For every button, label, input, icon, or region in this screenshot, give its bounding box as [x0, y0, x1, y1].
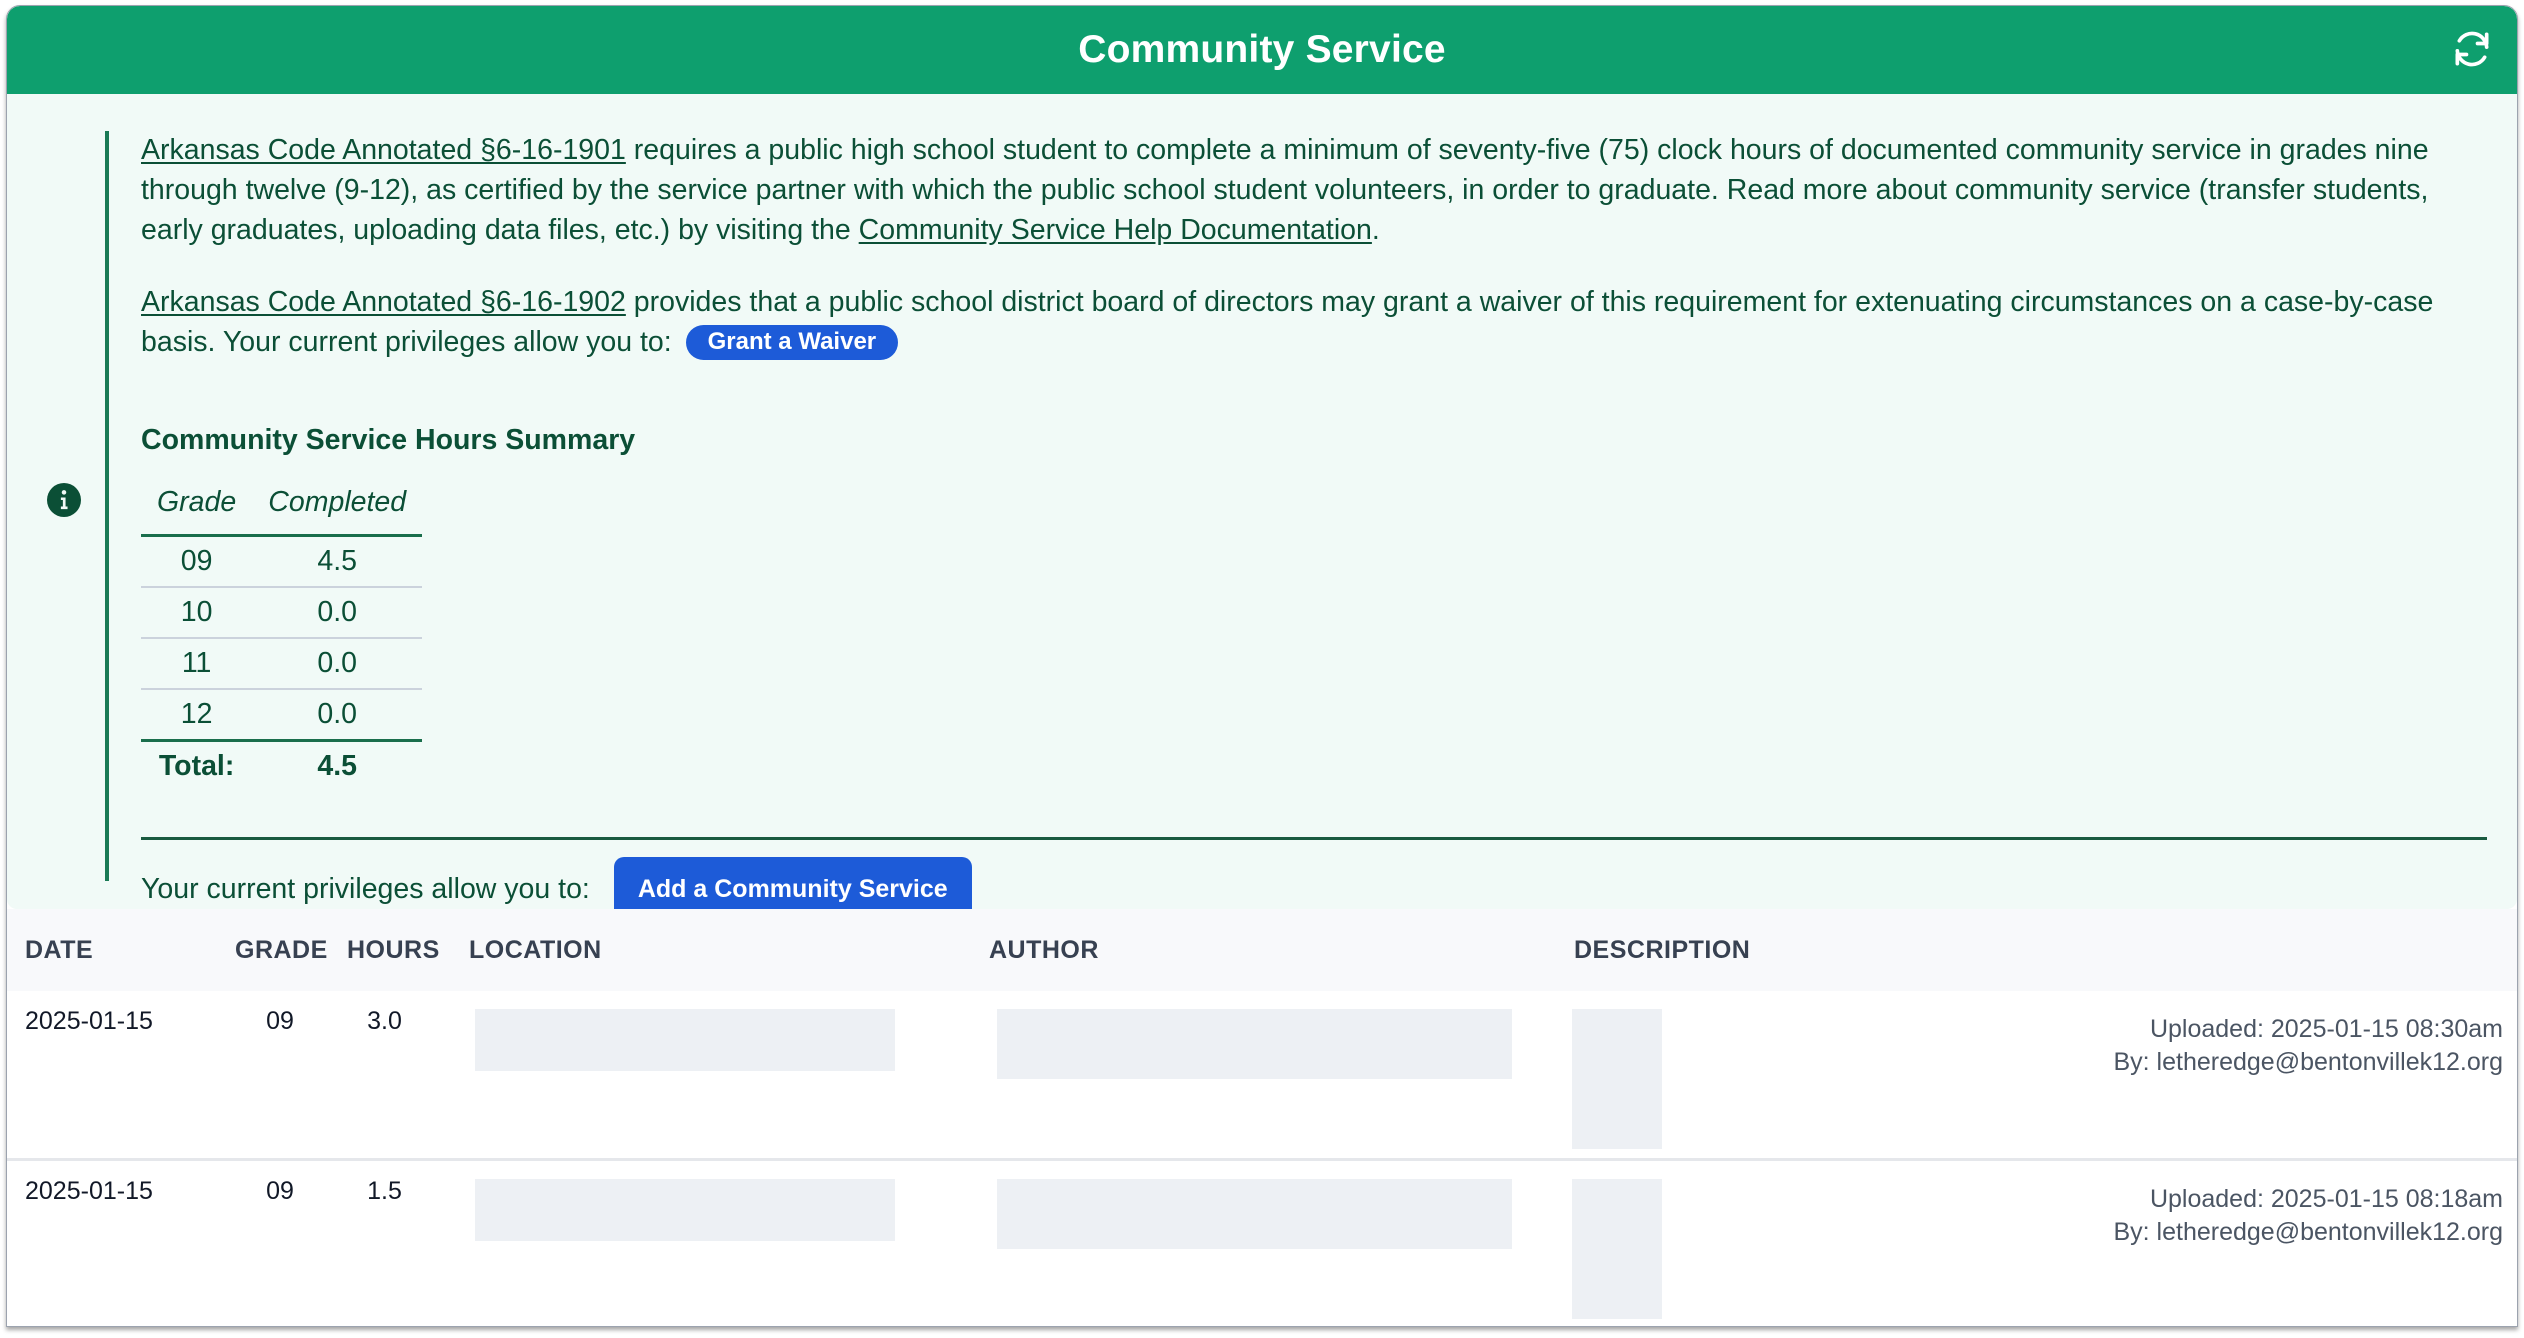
- cell-location-redacted: [475, 1179, 895, 1241]
- refresh-button[interactable]: [2447, 24, 2497, 74]
- cell-location-redacted: [475, 1009, 895, 1071]
- summary-grade: 12: [141, 689, 253, 742]
- requirement-paragraph: Arkansas Code Annotated §6-16-1901 requi…: [141, 130, 2481, 250]
- column-header-grade[interactable]: GRADE: [235, 936, 327, 965]
- summary-completed: 0.0: [252, 587, 423, 639]
- info-circle-icon: [47, 483, 81, 517]
- hours-summary-table: Grade Completed 09 4.5 10 0.0 11 0.0 12 …: [141, 482, 423, 792]
- uploaded-timestamp: Uploaded: 2025-01-15 08:30am: [2149, 1015, 2503, 1043]
- summary-completed: 0.0: [252, 689, 423, 742]
- uploaded-timestamp: Uploaded: 2025-01-15 08:18am: [2149, 1185, 2503, 1213]
- refresh-icon: [2455, 31, 2489, 67]
- column-header-description[interactable]: DESCRIPTION: [1574, 936, 1750, 965]
- upload-meta: Uploaded: 2025-01-15 08:30am By: lethere…: [2113, 1013, 2503, 1079]
- cell-grade: 09: [266, 1177, 294, 1205]
- privileges-text: Your current privileges allow you to:: [141, 873, 590, 905]
- table-row[interactable]: 2025-01-15 09 3.0 Uploaded: 2025-01-15 0…: [7, 991, 2517, 1161]
- summary-row: 09 4.5: [141, 535, 423, 588]
- cell-hours: 3.0: [367, 1007, 402, 1035]
- grant-waiver-button[interactable]: Grant a Waiver: [685, 325, 899, 360]
- period-text: .: [1371, 214, 1380, 246]
- cell-grade: 09: [266, 1007, 294, 1035]
- summary-grade: 09: [141, 535, 253, 588]
- uploaded-by: By: letheredge@bentonvillek12.org: [2113, 1048, 2503, 1076]
- community-service-panel: Community Service Arkansas Code Annotate…: [6, 5, 2518, 1327]
- summary-row: 12 0.0: [141, 689, 423, 742]
- summary-header-grade: Grade: [141, 482, 253, 537]
- summary-row: 10 0.0: [141, 587, 423, 639]
- table-header: DATE GRADE HOURS LOCATION AUTHOR DESCRIP…: [7, 909, 2517, 991]
- summary-header-completed: Completed: [252, 482, 423, 537]
- cell-date: 2025-01-15: [25, 1177, 153, 1205]
- summary-grade: 10: [141, 587, 253, 639]
- info-content: Arkansas Code Annotated §6-16-1901 requi…: [141, 130, 2487, 921]
- callout-accent-border: [105, 131, 109, 881]
- cell-date: 2025-01-15: [25, 1007, 153, 1035]
- column-header-author[interactable]: AUTHOR: [989, 936, 1099, 965]
- panel-header: Community Service: [7, 6, 2517, 94]
- summary-completed: 4.5: [252, 535, 423, 588]
- cell-description-redacted: [1572, 1009, 1662, 1149]
- summary-total-label: Total:: [158, 750, 235, 782]
- summary-grade: 11: [141, 638, 253, 690]
- info-callout: Arkansas Code Annotated §6-16-1901 requi…: [7, 94, 2517, 921]
- cell-hours: 1.5: [367, 1177, 402, 1205]
- column-header-hours[interactable]: HOURS: [347, 936, 439, 965]
- statute-1902-link[interactable]: Arkansas Code Annotated §6-16-1902: [141, 286, 626, 318]
- cell-author-redacted: [997, 1179, 1512, 1249]
- cell-author-redacted: [997, 1009, 1512, 1079]
- statute-1901-link[interactable]: Arkansas Code Annotated §6-16-1901: [141, 134, 626, 166]
- section-divider: [141, 837, 2487, 840]
- summary-total-row: Total: 4.5: [141, 741, 422, 792]
- summary-row: 11 0.0: [141, 638, 423, 690]
- summary-title: Community Service Hours Summary: [141, 424, 636, 456]
- upload-meta: Uploaded: 2025-01-15 08:18am By: lethere…: [2113, 1183, 2503, 1249]
- service-records-table: DATE GRADE HOURS LOCATION AUTHOR DESCRIP…: [7, 909, 2517, 1326]
- column-header-location[interactable]: LOCATION: [469, 936, 602, 965]
- summary-total-value: 4.5: [317, 750, 358, 782]
- help-documentation-link[interactable]: Community Service Help Documentation: [859, 214, 1372, 246]
- uploaded-by: By: letheredge@bentonvillek12.org: [2113, 1218, 2503, 1246]
- waiver-paragraph: Arkansas Code Annotated §6-16-1902 provi…: [141, 282, 2481, 362]
- panel-title: Community Service: [1078, 28, 1446, 71]
- summary-completed: 0.0: [252, 638, 423, 690]
- column-header-date[interactable]: DATE: [25, 936, 93, 965]
- cell-description-redacted: [1572, 1179, 1662, 1319]
- table-row[interactable]: 2025-01-15 09 1.5 Uploaded: 2025-01-15 0…: [7, 1161, 2517, 1326]
